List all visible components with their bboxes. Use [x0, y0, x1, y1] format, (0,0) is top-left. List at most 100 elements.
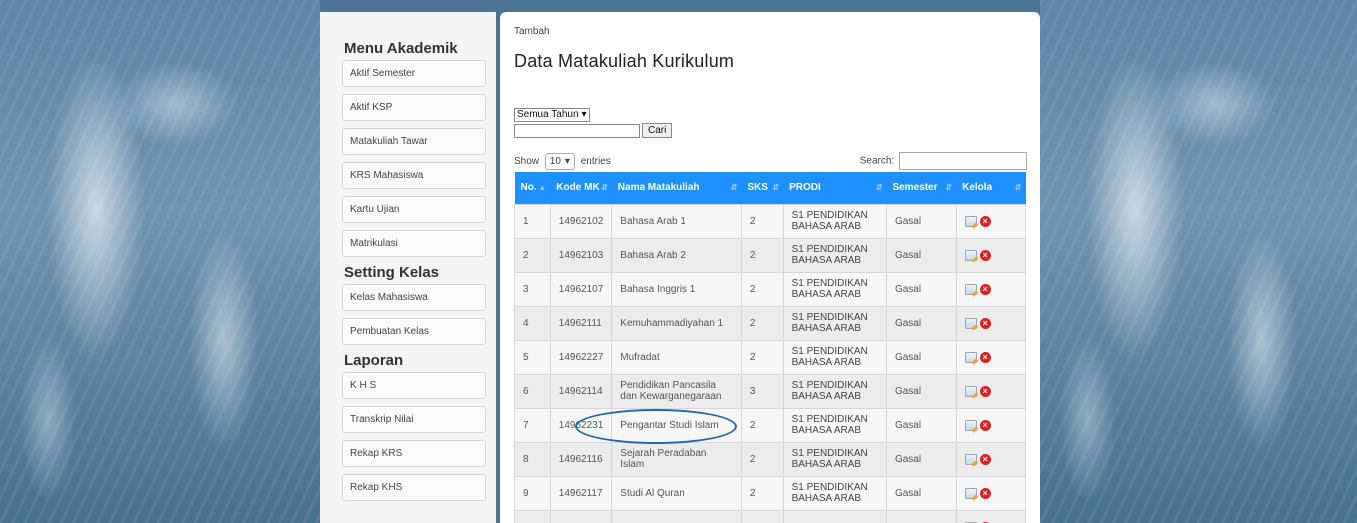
cell-kelola: ×	[955, 305, 1027, 341]
cell-kode: 14962102	[549, 203, 613, 239]
cell-kode: 14962116	[549, 441, 613, 477]
table-row: 3 14962107 Bahasa Inggris 1 2 S1 PENDIDIKAN B…	[514, 271, 1027, 307]
cell-kode: 14962227	[549, 339, 613, 375]
edit-icon[interactable]	[964, 453, 977, 465]
prodi-line-2: BAHASA ARAB	[791, 425, 862, 436]
search-control: Search:	[860, 152, 1027, 170]
cell-nama: Pengantar Studi Islam	[611, 407, 742, 443]
col-header-sks[interactable]: SKS ⇵	[741, 172, 784, 204]
prodi-line-1: S1 PENDIDIKAN	[791, 482, 868, 493]
table-row: 6 14962114 Pendidikan Pancasila dan Kewarg…	[514, 373, 1027, 409]
prodi-line-1: S1 PENDIDIKAN	[791, 448, 868, 459]
sidebar: Menu Akademik Aktif Semester Aktif KSP M…	[320, 12, 496, 523]
cell-kelola: ×	[955, 509, 1027, 523]
background-art-right	[1040, 0, 1357, 523]
cell-nama: Bahasa Arab 1	[611, 203, 742, 239]
col-header-prodi[interactable]: PRODI ⇵	[783, 172, 887, 204]
delete-icon[interactable]: ×	[979, 351, 991, 363]
sidebar-item-aktif-ksp[interactable]: Aktif KSP	[342, 94, 486, 121]
edit-icon[interactable]	[964, 419, 977, 431]
edit-icon[interactable]	[964, 283, 977, 295]
cell-no: 7	[514, 407, 551, 443]
cell-sks	[740, 509, 784, 523]
col-header-kelola[interactable]: Kelola ⇵	[956, 172, 1026, 204]
sidebar-item-rekap-khs[interactable]: Rekap KHS	[342, 474, 486, 501]
kelola-actions: ×	[964, 249, 1017, 261]
delete-icon[interactable]: ×	[979, 283, 991, 295]
table-body: 1 14962102 Bahasa Arab 1 2 S1 PENDIDIKAN BAHA…	[514, 203, 1027, 523]
cell-semester: Gasal	[885, 475, 957, 511]
delete-icon[interactable]: ×	[979, 249, 991, 261]
sidebar-item-krs-mahasiswa[interactable]: KRS Mahasiswa	[342, 162, 486, 189]
sidebar-item-kelas-mahasiswa[interactable]: Kelas Mahasiswa	[342, 284, 486, 311]
sidebar-item-aktif-semester[interactable]: Aktif Semester	[342, 60, 486, 87]
chevron-down-icon: ▾	[564, 155, 570, 167]
edit-icon[interactable]	[964, 351, 977, 363]
cell-kode: 14962107	[549, 271, 613, 307]
cari-button[interactable]: Cari	[642, 123, 673, 138]
entries-select[interactable]: 10 ▾	[544, 152, 575, 170]
cell-semester: Gasal	[885, 407, 957, 443]
cell-prodi: S1 PENDIDIKAN	[782, 509, 887, 523]
prodi-line-1: S1 PENDIDIKAN	[791, 278, 868, 289]
cell-nama: Bahasa Arab 2	[611, 237, 742, 273]
cell-kelola: ×	[955, 203, 1027, 239]
edit-icon[interactable]	[964, 215, 977, 227]
edit-icon[interactable]	[964, 487, 977, 499]
sort-icon: ⇵	[601, 183, 608, 192]
breadcrumb[interactable]: Tambah	[514, 26, 1027, 37]
cell-sks: 2	[740, 441, 784, 477]
cell-sks: 2	[740, 305, 784, 341]
cell-no: 5	[514, 339, 551, 375]
edit-icon[interactable]	[964, 385, 977, 397]
cell-kode: 14962114	[549, 373, 613, 409]
sidebar-heading-kelas: Setting Kelas	[344, 264, 440, 281]
chevron-down-icon: ▾	[581, 109, 587, 120]
sort-asc-icon: ▲	[538, 183, 547, 192]
filter-text-input[interactable]	[514, 123, 640, 138]
search-label: Search:	[859, 155, 895, 167]
cell-semester: Gasal	[885, 305, 957, 341]
cell-no: 2	[514, 237, 551, 273]
sidebar-heading-laporan: Laporan	[344, 352, 404, 369]
sidebar-item-rekap-krs[interactable]: Rekap KRS	[342, 440, 486, 467]
cell-kelola: ×	[955, 475, 1027, 511]
cell-no: 9	[514, 475, 551, 511]
delete-icon[interactable]: ×	[979, 487, 991, 499]
sidebar-item-pembuatan-kelas[interactable]: Pembuatan Kelas	[342, 318, 486, 345]
col-header-kode[interactable]: Kode MK ⇵	[550, 172, 612, 204]
year-select[interactable]: Semua Tahun ▾	[514, 107, 590, 122]
search-input[interactable]	[899, 152, 1027, 170]
delete-icon[interactable]: ×	[979, 453, 991, 465]
delete-icon[interactable]: ×	[979, 385, 991, 397]
sidebar-item-matrikulasi[interactable]: Matrikulasi	[342, 230, 486, 257]
matakuliah-table: No. ▲ Kode MK ⇵ Nama Matakuliah ⇵ SKS ⇵ PROD…	[514, 172, 1027, 523]
col-header-semester[interactable]: Semester ⇵	[886, 172, 957, 204]
cell-no: 6	[514, 373, 551, 409]
sidebar-item-kartu-ujian[interactable]: Kartu Ujian	[342, 196, 486, 223]
sidebar-item-khs[interactable]: K H S	[342, 372, 486, 399]
cell-kode: 14962231	[549, 407, 613, 443]
edit-icon[interactable]	[964, 249, 977, 261]
delete-icon[interactable]: ×	[979, 419, 991, 431]
cell-prodi: S1 PENDIDIKAN BAHASA ARAB	[782, 237, 887, 273]
prodi-line-2: BAHASA ARAB	[791, 357, 862, 368]
cell-sks: 2	[740, 237, 784, 273]
kelola-actions: ×	[964, 351, 1017, 363]
delete-icon[interactable]: ×	[979, 317, 991, 329]
edit-icon[interactable]	[964, 317, 977, 329]
delete-icon[interactable]: ×	[979, 215, 991, 227]
col-header-no[interactable]: No. ▲	[514, 172, 551, 204]
sidebar-heading-akademik: Menu Akademik	[344, 40, 458, 57]
sidebar-item-matakuliah-tawar[interactable]: Matakuliah Tawar	[342, 128, 486, 155]
cell-nama: Bahasa Inggris 1	[611, 271, 742, 307]
cell-semester: Gasal	[885, 203, 957, 239]
prodi-line-2: BAHASA ARAB	[791, 221, 862, 232]
cell-kode	[549, 509, 613, 523]
sidebar-item-transkrip-nilai[interactable]: Transkrip Nilai	[342, 406, 486, 433]
table-row: S1 PENDIDIKAN ×	[514, 509, 1027, 523]
col-header-nama[interactable]: Nama Matakuliah ⇵	[611, 172, 742, 204]
main-panel: Tambah Data Matakuliah Kurikulum Semua T…	[500, 12, 1040, 523]
table-row: 1 14962102 Bahasa Arab 1 2 S1 PENDIDIKAN BAHA…	[514, 203, 1027, 239]
cell-prodi: S1 PENDIDIKAN BAHASA ARAB	[782, 407, 887, 443]
